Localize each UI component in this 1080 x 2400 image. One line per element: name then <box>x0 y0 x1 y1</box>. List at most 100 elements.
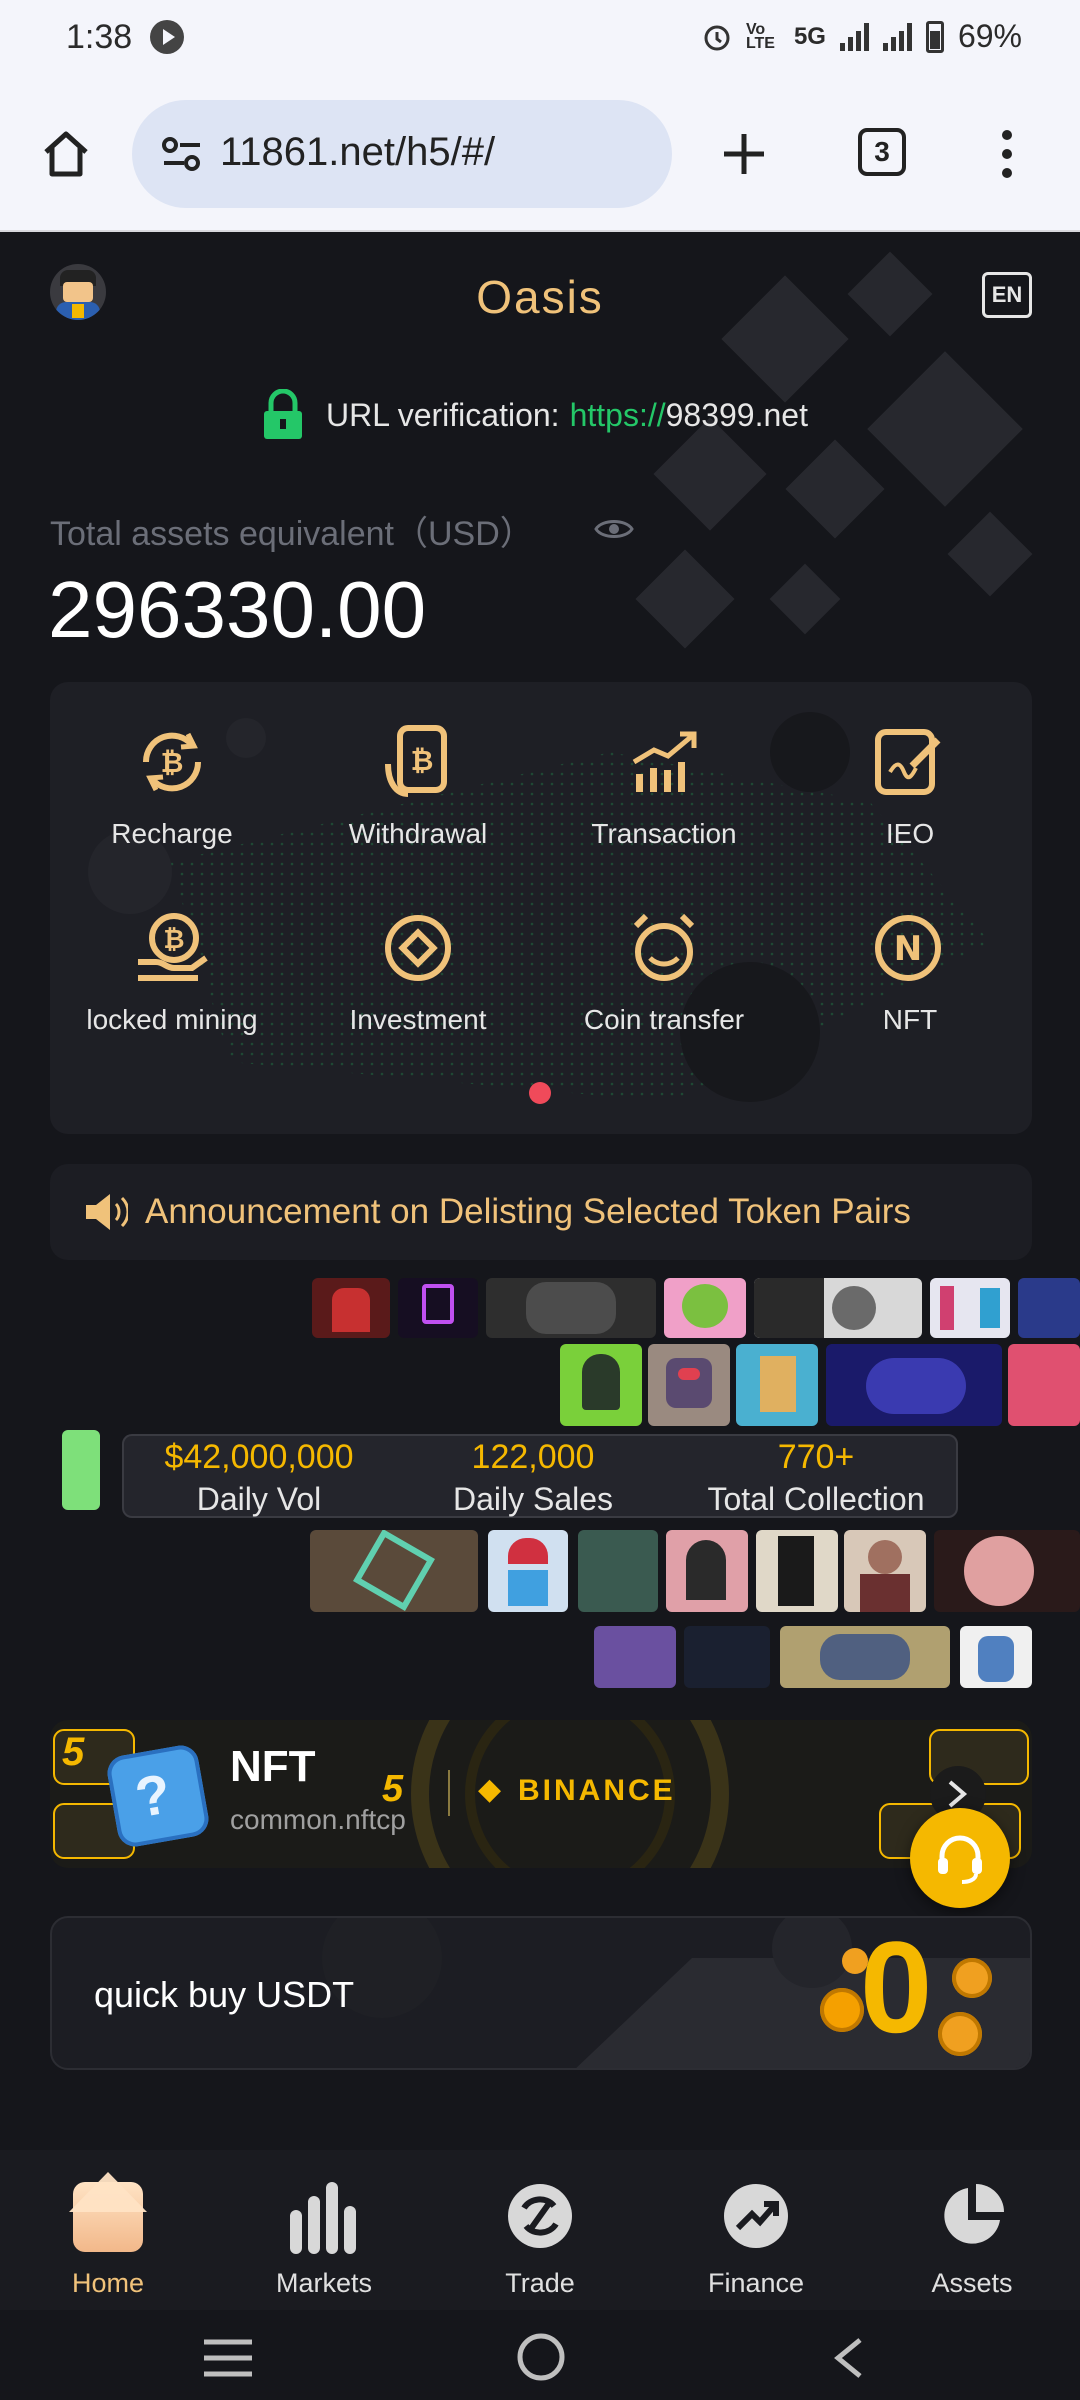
nft-thumb[interactable] <box>486 1278 656 1338</box>
investment-icon[interactable] <box>378 908 458 988</box>
nft-stats-panel: $42,000,000 Daily Vol 122,000 Daily Sale… <box>122 1434 958 1518</box>
coins-icon: 0 <box>812 1922 1012 2068</box>
verification-scheme[interactable]: https:// <box>570 397 666 434</box>
nft-thumb[interactable] <box>684 1626 770 1688</box>
battery-icon <box>925 20 944 53</box>
assets-value: 296330.00 <box>48 565 427 654</box>
stat-value: 770+ <box>777 1438 855 1476</box>
nft-thumb[interactable] <box>934 1530 1080 1612</box>
nft-thumb[interactable] <box>756 1530 838 1612</box>
eye-icon[interactable] <box>594 516 634 542</box>
home-nav-icon <box>69 2172 147 2252</box>
recharge-icon[interactable]: ₿ <box>132 722 212 802</box>
system-navigation-bar <box>0 2310 1080 2400</box>
address-bar[interactable]: 11861.net/h5/#/ <box>132 100 672 208</box>
quick-buy-badge: 0 <box>860 1916 933 2060</box>
nft-thumb[interactable] <box>1018 1278 1080 1338</box>
site-settings-icon[interactable] <box>162 136 202 172</box>
signal-icon <box>839 22 869 51</box>
recharge-label[interactable]: Recharge <box>57 818 287 850</box>
banner-divider <box>448 1770 450 1816</box>
locked-mining-icon[interactable]: ₿ <box>132 908 212 988</box>
carousel-indicator[interactable] <box>529 1082 551 1104</box>
customer-support-button[interactable] <box>910 1808 1010 1908</box>
assets-label: Total assets equivalent（USD） <box>50 515 534 553</box>
nft-icon[interactable]: N <box>868 908 948 988</box>
transaction-icon[interactable] <box>624 722 704 802</box>
verification-domain[interactable]: 98399.net <box>666 397 808 434</box>
nft-thumb[interactable] <box>594 1626 676 1688</box>
network-label: 5G <box>793 22 826 50</box>
nft-thumb[interactable] <box>398 1278 478 1338</box>
nft-thumb[interactable] <box>930 1278 1010 1338</box>
nft-gallery-lower <box>0 1530 1080 1700</box>
home-circle-icon[interactable] <box>516 2332 566 2382</box>
nft-thumb[interactable] <box>560 1344 642 1426</box>
binance-logo-icon: ◆ <box>478 1773 502 1806</box>
stat-label: Total Collection <box>707 1481 925 1517</box>
more-options-icon[interactable] <box>1000 128 1014 180</box>
banner-subtitle: common.nftcp <box>230 1804 406 1835</box>
banner-partner: BINANCE <box>518 1774 676 1807</box>
nft-thumb[interactable] <box>1008 1344 1080 1426</box>
nft-thumb[interactable] <box>312 1278 390 1338</box>
locked-mining-label[interactable]: locked mining <box>57 1004 287 1036</box>
nft-thumb[interactable] <box>488 1530 568 1612</box>
withdrawal-icon[interactable]: ₿ <box>378 722 458 802</box>
assets-pie-icon <box>944 2184 1004 2244</box>
home-icon[interactable] <box>40 128 92 180</box>
announcement-bar[interactable]: Announcement on Delisting Selected Token… <box>50 1164 1032 1260</box>
banner-title: NFT <box>230 1742 316 1791</box>
svg-text:₿: ₿ <box>163 925 184 955</box>
nft-thumb[interactable] <box>62 1430 100 1510</box>
verification-label: URL verification: <box>326 396 560 433</box>
quick-buy-card[interactable]: quick buy USDT 0 <box>50 1916 1032 2070</box>
nft-label[interactable]: NFT <box>795 1004 1025 1036</box>
coin-transfer-label[interactable]: Coin transfer <box>549 1004 779 1036</box>
nft-thumb[interactable] <box>826 1344 1002 1426</box>
stat-value: 122,000 <box>471 1438 595 1476</box>
nft-thumb[interactable] <box>310 1530 478 1612</box>
nft-thumb[interactable] <box>578 1530 658 1612</box>
battery-percent: 69% <box>957 18 1022 54</box>
chevron-right-icon <box>948 1780 968 1808</box>
svg-text:₿: ₿ <box>161 746 184 779</box>
ieo-icon[interactable] <box>868 722 948 802</box>
stat-daily-sales: 122,000 Daily Sales <box>408 1438 658 1518</box>
nft-thumb[interactable] <box>754 1278 922 1338</box>
stat-label: Daily Vol <box>196 1481 322 1517</box>
status-icons: Vo LTE 5G 69% <box>702 18 1022 55</box>
coin-transfer-icon[interactable] <box>624 908 704 988</box>
nft-thumb[interactable] <box>666 1530 748 1612</box>
investment-label[interactable]: Investment <box>303 1004 533 1036</box>
app-content: Oasis EN URL verification: https:// 9839… <box>0 234 1080 2150</box>
nft-banner[interactable]: 5 ? NFT common.nftcp 5 ◆ BINANCE <box>50 1720 1032 1868</box>
language-label: EN <box>991 282 1023 307</box>
ieo-label[interactable]: IEO <box>795 818 1025 850</box>
tab-switcher-button[interactable]: 3 <box>858 128 906 176</box>
withdrawal-label[interactable]: Withdrawal <box>303 818 533 850</box>
headset-icon <box>938 1835 982 1884</box>
back-icon[interactable] <box>832 2336 864 2380</box>
nav-finance-label: Finance <box>707 2268 805 2298</box>
nft-thumb[interactable] <box>648 1344 730 1426</box>
volte-label: Vo LTE <box>745 20 775 52</box>
transaction-label[interactable]: Transaction <box>549 818 779 850</box>
nav-assets-label: Assets <box>931 2268 1013 2298</box>
lock-icon <box>264 389 302 439</box>
trade-icon <box>508 2184 572 2248</box>
nft-thumb[interactable] <box>960 1626 1032 1688</box>
stat-value: $42,000,000 <box>164 1438 354 1476</box>
nft-thumb[interactable] <box>736 1344 818 1426</box>
nav-markets-label: Markets <box>275 2268 373 2298</box>
page-title: Oasis <box>476 271 604 323</box>
recent-apps-icon[interactable] <box>202 2338 254 2378</box>
signal-icon-2 <box>882 22 912 51</box>
nft-thumb[interactable] <box>844 1530 926 1612</box>
nft-thumb[interactable] <box>664 1278 746 1338</box>
language-switch-button[interactable]: EN <box>982 272 1032 318</box>
banner-badge-left: 5 <box>62 1730 85 1774</box>
mystery-box-icon: ? <box>104 1742 212 1850</box>
new-tab-icon[interactable] <box>720 130 768 178</box>
nft-thumb[interactable] <box>780 1626 950 1688</box>
